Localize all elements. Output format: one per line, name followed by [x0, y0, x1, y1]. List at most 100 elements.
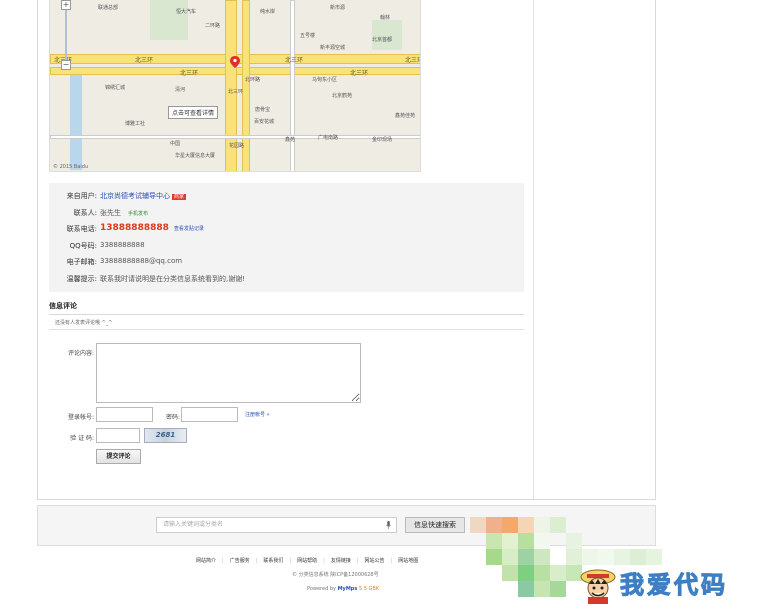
merchant-badge: 商家	[172, 194, 187, 200]
map-poi-label: 纯水岸	[260, 9, 276, 15]
main-column: 北三环 北三环 北三环 北三环 北三环 北三环 联通总部 恒大汽车 纯水岸 新市…	[38, 0, 534, 499]
map-poi-label: 中国	[170, 141, 181, 147]
cartoon-mascot-icon	[580, 569, 616, 604]
map-poi-label: 锦绣汇城	[105, 85, 126, 91]
map-poi-label: 清河	[175, 87, 186, 93]
map-poi-label: 鑫苑	[285, 137, 296, 143]
map-poi-label: 北京鹤苑	[332, 93, 353, 99]
from-user-label: 来自用户:	[66, 192, 97, 200]
map-poi-label: 鑫苑佳苑	[395, 113, 416, 119]
footer-link-ads[interactable]: 广告服务	[230, 558, 250, 564]
footer-link-notice[interactable]: 网站公告	[365, 558, 385, 564]
map-park-area	[372, 20, 402, 50]
contact-person-value: 张先生	[100, 209, 121, 217]
footer-links: 网站简介 | 广告服务 | 联系我们 | 网站帮助 | 友情链接 | 网站公告 | 网站地图	[196, 557, 418, 567]
map-zoom-slider[interactable]	[65, 10, 67, 60]
contact-info-panel: 来自用户: 北京尚德考试辅导中心 商家 联系人: 张先生 手机发布 联系电话: 13…	[49, 183, 524, 292]
phone-label: 联系电话:	[66, 225, 97, 233]
map-poi-label: 广电南路	[318, 135, 339, 141]
comments-divider	[49, 314, 524, 315]
map-poi-label: 新市源	[330, 5, 346, 11]
phone-value-wrap: 13888888888 查看发贴记录	[100, 223, 204, 233]
login-account-label: 登录帐号:	[67, 414, 94, 421]
map-poi-label: 北京首都	[372, 37, 393, 43]
footer-separator: |	[289, 558, 292, 564]
map-park-area	[150, 0, 188, 40]
map-poi-label: 北环路	[245, 77, 261, 83]
mobile-post-tag: 手机发布	[128, 211, 149, 217]
powered-prefix: Powered by	[307, 586, 336, 592]
map-poi-label: 新丰源空城	[320, 45, 346, 51]
microphone-icon[interactable]	[386, 521, 391, 529]
password-input[interactable]	[181, 407, 238, 422]
map-marker-tooltip[interactable]: 点击可查看详情	[168, 106, 219, 119]
footer-link-about[interactable]: 网站简介	[196, 558, 216, 564]
map-poi-label: 金印现场	[372, 137, 393, 143]
phone-number: 13888888888	[100, 223, 169, 233]
qq-value[interactable]: 3388888888	[100, 241, 145, 249]
contact-person-value-wrap: 张先生 手机发布	[100, 208, 148, 218]
map-marker-icon[interactable]	[230, 56, 240, 68]
captcha-image[interactable]: 2681	[144, 428, 187, 443]
tip-label: 温馨提示:	[66, 275, 97, 283]
map-poi-label: 五号楼	[300, 33, 316, 39]
captcha-input[interactable]	[96, 428, 140, 443]
comments-empty-message: 还没有人发表评论哦 ^_^	[49, 316, 524, 330]
comment-content-textarea[interactable]	[96, 343, 361, 403]
footer-link-friends[interactable]: 友情链接	[331, 558, 351, 564]
footer-separator: |	[356, 558, 359, 564]
map-poi-label: 华星大厦	[175, 153, 196, 159]
map-zoom-in-button[interactable]: +	[61, 0, 71, 10]
comments-title: 信息评论	[49, 302, 77, 310]
powered-version: 5.5 GBK	[358, 586, 380, 592]
location-map[interactable]: 北三环 北三环 北三环 北三环 北三环 北三环 联通总部 恒大汽车 纯水岸 新市…	[49, 0, 421, 172]
search-placeholder: 请输入关键词或分类名	[163, 521, 224, 528]
map-road-label: 北三环	[350, 70, 369, 77]
page-frame: 北三环 北三环 北三环 北三环 北三环 北三环 联通总部 恒大汽车 纯水岸 新市…	[37, 0, 656, 500]
map-poi-label: 信息大厦	[195, 153, 216, 159]
from-user-value-wrap: 北京尚德考试辅导中心 商家	[100, 191, 187, 201]
footer-separator: |	[323, 558, 325, 564]
map-poi-label: 恒大汽车	[176, 9, 197, 15]
contact-person-label: 联系人:	[73, 209, 97, 217]
tip-value: 联系我时请说明是在分类信息系统看到的,谢谢!	[100, 275, 246, 283]
map-street	[290, 0, 295, 171]
map-road-label: 北三环	[405, 57, 420, 64]
map-poi-label: 二环路	[205, 23, 221, 29]
footer-link-help[interactable]: 网站帮助	[297, 558, 317, 564]
powered-brand-link[interactable]: MyMps	[338, 586, 358, 592]
search-input[interactable]: 请输入关键词或分类名	[156, 517, 397, 533]
map-poi-label: 百安花城	[254, 119, 275, 125]
watermark-text: 我爱代码	[620, 571, 728, 600]
map-poi-label: 唐骨宝	[255, 107, 271, 113]
map-copyright: © 2015 Baidu	[53, 164, 89, 170]
password-label: 密码:	[165, 414, 180, 421]
site-watermark: 我爱代码	[575, 561, 761, 606]
map-poi-label: 博雅工社	[125, 121, 146, 127]
footer-separator: |	[390, 558, 393, 564]
footer-separator: |	[222, 558, 224, 564]
map-poi-label: 联通总部	[98, 5, 119, 11]
from-user-link[interactable]: 北京尚德考试辅导中心	[100, 192, 170, 200]
map-zoom-out-button[interactable]: −	[61, 60, 71, 70]
map-road-label: 北三环	[180, 70, 199, 77]
footer-separator: |	[255, 558, 258, 564]
map-zoom-control: + −	[59, 0, 73, 72]
footer-link-contact[interactable]: 联系我们	[263, 558, 283, 564]
email-label: 电子邮箱:	[66, 258, 97, 266]
footer-copyright: © 分类信息系统 陕ICP备12000628号	[292, 572, 379, 578]
footer-powered-by: Powered by MyMps 5.5 GBK	[307, 586, 379, 592]
sidebar-column	[535, 0, 656, 499]
register-account-link[interactable]: 注册帐号 »	[245, 411, 270, 418]
map-poi-label: 马甸东小区	[312, 77, 338, 83]
view-post-history-link[interactable]: 查看发贴记录	[174, 226, 204, 232]
submit-comment-button[interactable]: 提交评论	[96, 449, 141, 464]
footer-link-sitemap[interactable]: 网站地图	[398, 558, 418, 564]
map-poi-label: 翰林	[380, 15, 391, 21]
map-poi-label: 北三环	[228, 89, 244, 95]
map-street	[50, 135, 420, 139]
quick-search-button[interactable]: 信息快速搜索	[405, 517, 465, 533]
qq-label: QQ号码:	[69, 242, 97, 250]
login-account-input[interactable]	[96, 407, 153, 422]
captcha-label: 验 证 码:	[70, 435, 94, 442]
